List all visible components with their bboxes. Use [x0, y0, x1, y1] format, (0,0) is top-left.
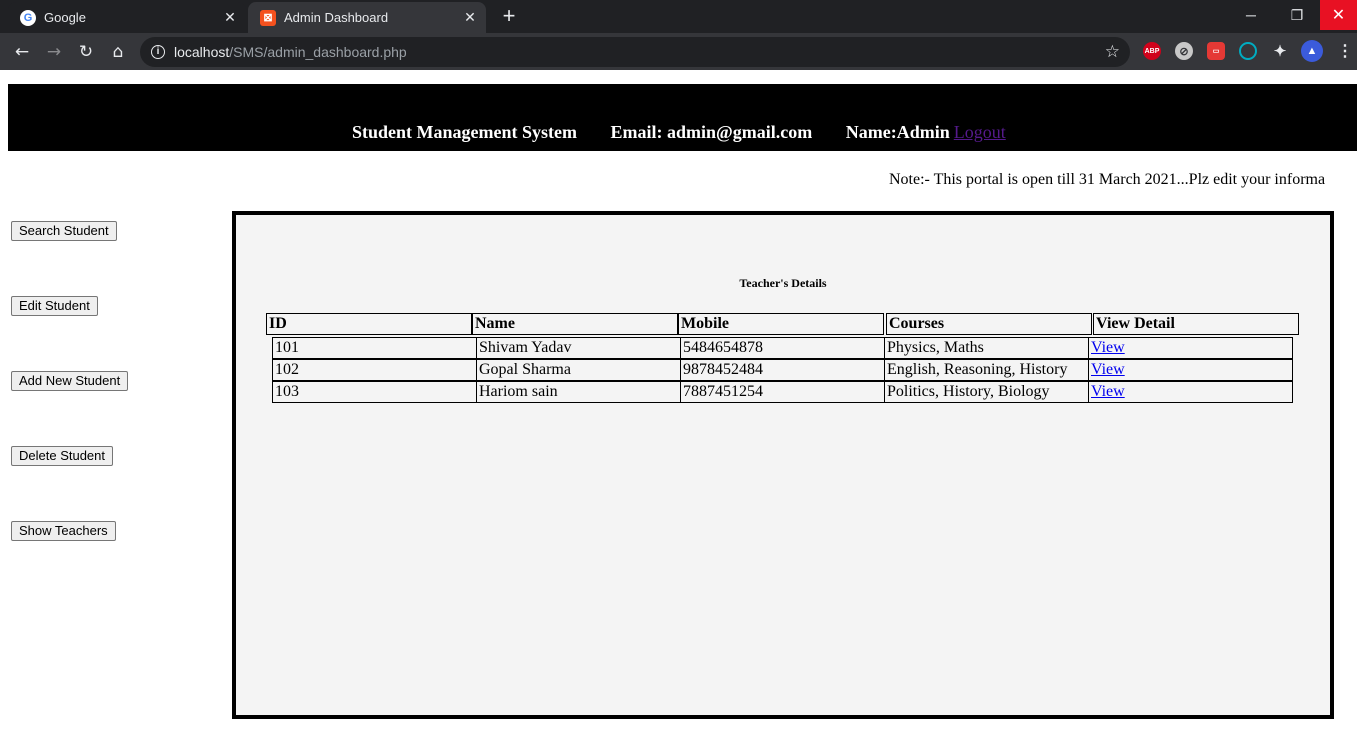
delete-student-button[interactable]: Delete Student [11, 446, 114, 466]
cell-name: Gopal Sharma [476, 359, 681, 381]
url-path: /SMS/admin_dashboard.php [229, 44, 407, 60]
bookmark-star-icon[interactable]: ☆ [1105, 42, 1120, 62]
edit-student-button[interactable]: Edit Student [11, 296, 98, 316]
cell-id: 102 [272, 359, 477, 381]
browser-tab-bar: G Google ✕ ⊠ Admin Dashboard ✕ + ─ ❐ ✕ [0, 0, 1357, 33]
site-title: Student Management System [352, 122, 577, 142]
logout-link[interactable]: Logout [954, 122, 1006, 142]
cell-courses: English, Reasoning, History [884, 359, 1089, 381]
cell-courses: Physics, Maths [884, 337, 1089, 359]
add-new-student-button[interactable]: Add New Student [11, 371, 129, 391]
kebab-menu-icon[interactable]: ⋮ [1336, 42, 1354, 60]
info-icon[interactable]: i [151, 45, 165, 59]
cell-view-detail: View [1088, 359, 1293, 381]
cell-id: 103 [272, 381, 477, 403]
view-link[interactable]: View [1091, 361, 1125, 378]
header-text: Student Management System Email: admin@g… [352, 122, 1006, 143]
show-teachers-button[interactable]: Show Teachers [11, 521, 116, 541]
cell-view-detail: View [1088, 381, 1293, 403]
tab-title: Admin Dashboard [284, 10, 389, 25]
profile-avatar[interactable]: ▲ [1301, 40, 1323, 62]
cell-mobile: 7887451254 [680, 381, 885, 403]
address-bar[interactable]: i localhost /SMS/admin_dashboard.php ☆ [140, 37, 1130, 67]
back-arrow-icon[interactable]: ← [10, 40, 34, 64]
browser-tab-admin-dashboard[interactable]: ⊠ Admin Dashboard ✕ [248, 2, 486, 33]
cell-mobile: 5484654878 [680, 337, 885, 359]
main-content-frame: Teacher's Details ID Name Mobile Courses… [232, 211, 1334, 719]
view-link[interactable]: View [1091, 339, 1125, 356]
admin-email: Email: admin@gmail.com [610, 122, 813, 142]
restore-icon[interactable]: ❐ [1274, 0, 1320, 30]
xampp-icon: ⊠ [260, 9, 276, 26]
cell-name: Shivam Yadav [476, 337, 681, 359]
minimize-icon[interactable]: ─ [1228, 0, 1274, 30]
close-icon[interactable]: ✕ [220, 8, 240, 28]
cell-mobile: 9878452484 [680, 359, 885, 381]
extensions-puzzle-icon[interactable]: ✦ [1271, 42, 1289, 60]
search-student-button[interactable]: Search Student [11, 221, 117, 241]
adblock-plus-icon[interactable]: ABP [1143, 42, 1161, 60]
forward-arrow-icon[interactable]: → [42, 40, 66, 64]
extension-red-icon[interactable]: ▭ [1207, 42, 1225, 60]
column-header-courses: Courses [886, 313, 1092, 335]
reload-icon[interactable]: ↻ [74, 40, 98, 64]
new-tab-icon[interactable]: + [496, 5, 522, 29]
ghostery-icon[interactable]: ⊘ [1175, 42, 1193, 60]
portal-note: Note:- This portal is open till 31 March… [889, 171, 1325, 188]
column-header-id: ID [266, 313, 472, 335]
site-header: Student Management System Email: admin@g… [8, 84, 1357, 151]
teachers-details-title: Teacher's Details [739, 276, 827, 290]
home-icon[interactable]: ⌂ [106, 40, 130, 64]
url-host: localhost [174, 44, 230, 60]
google-icon: G [20, 9, 36, 26]
column-header-name: Name [472, 313, 678, 335]
extension-teal-icon[interactable] [1239, 42, 1257, 60]
column-header-view-detail: View Detail [1093, 313, 1299, 335]
window-close-icon[interactable]: ✕ [1320, 0, 1357, 30]
admin-name: Name:Admin [845, 122, 950, 142]
cell-name: Hariom sain [476, 381, 681, 403]
browser-toolbar: ← → ↻ ⌂ i localhost /SMS/admin_dashboard… [0, 33, 1357, 70]
view-link[interactable]: View [1091, 383, 1125, 400]
cell-id: 101 [272, 337, 477, 359]
tab-title: Google [44, 10, 86, 25]
cell-courses: Politics, History, Biology [884, 381, 1089, 403]
cell-view-detail: View [1088, 337, 1293, 359]
close-icon[interactable]: ✕ [460, 8, 480, 28]
column-header-mobile: Mobile [678, 313, 884, 335]
browser-tab-google[interactable]: G Google ✕ [8, 2, 246, 33]
